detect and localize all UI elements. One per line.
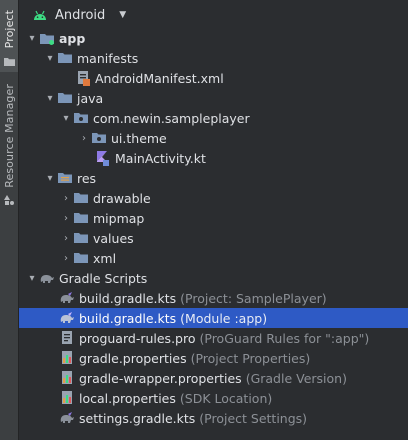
tree-hint: (SDK Location) xyxy=(179,390,273,406)
tree-item-proguard-rules[interactable]: proguard-rules.pro (ProGuard Rules for "… xyxy=(19,328,408,348)
tree-label-ui-theme: ui.theme xyxy=(111,130,167,146)
chevron-down-icon[interactable]: ▾ xyxy=(43,173,57,184)
tree-item-drawable[interactable]: › drawable xyxy=(19,188,408,208)
tree-label-xml: xml xyxy=(93,250,117,266)
chevron-down-icon[interactable]: ▾ xyxy=(25,33,39,44)
tree-label-file: gradle-wrapper.properties xyxy=(79,370,242,386)
tree-hint: (Module :app) xyxy=(180,310,268,326)
folder-icon xyxy=(73,210,89,226)
resource-manager-tab-label: Resource Manager xyxy=(2,84,16,188)
properties-file-icon xyxy=(59,390,75,406)
tree-item-gradle-properties[interactable]: gradle.properties (Project Properties) xyxy=(19,348,408,368)
chevron-down-icon[interactable]: ▼ xyxy=(119,10,126,20)
tree-item-package[interactable]: ▾ com.newin.sampleplayer xyxy=(19,108,408,128)
tree-hint: (ProGuard Rules for ":app") xyxy=(199,330,370,346)
properties-file-icon xyxy=(59,350,75,366)
project-panel: Android ▼ ▾ app ▾ manifests AndroidManif… xyxy=(19,0,408,440)
res-folder-icon xyxy=(57,170,73,186)
project-view-title: Android xyxy=(55,7,106,23)
folder-icon xyxy=(3,54,15,69)
folder-icon xyxy=(57,50,73,66)
folder-icon xyxy=(57,90,73,106)
tree-item-xml[interactable]: › xml xyxy=(19,248,408,268)
tree-label-main-activity: MainActivity.kt xyxy=(115,150,206,166)
proguard-file-icon xyxy=(59,330,75,346)
tree-item-java[interactable]: ▾ java xyxy=(19,88,408,108)
project-view-selector[interactable]: Android ▼ xyxy=(19,0,408,30)
folder-icon xyxy=(73,250,89,266)
tree-item-build-gradle-module[interactable]: build.gradle.kts (Module :app) xyxy=(19,308,408,328)
tree-item-mipmap[interactable]: › mipmap xyxy=(19,208,408,228)
tree-label-res: res xyxy=(77,170,97,186)
tree-item-app[interactable]: ▾ app xyxy=(19,28,408,48)
chevron-right-icon[interactable]: › xyxy=(59,233,73,244)
gradle-file-icon xyxy=(59,310,75,326)
module-folder-icon xyxy=(39,30,55,46)
tree-label-values: values xyxy=(93,230,134,246)
android-icon xyxy=(33,8,47,23)
tree-label-file: build.gradle.kts xyxy=(79,310,177,326)
properties-file-icon xyxy=(59,370,75,386)
tree-hint: (Project Properties) xyxy=(190,350,311,366)
project-tree: ▾ app ▾ manifests AndroidManifest.xml ▾ xyxy=(19,28,408,428)
tree-hint: (Project Settings) xyxy=(199,410,308,426)
chevron-down-icon[interactable]: ▾ xyxy=(25,273,39,284)
chevron-right-icon[interactable]: › xyxy=(59,253,73,264)
tree-label-mipmap: mipmap xyxy=(93,210,145,226)
tree-item-gradle-scripts[interactable]: ▾ Gradle Scripts xyxy=(19,268,408,288)
tree-item-android-manifest[interactable]: AndroidManifest.xml xyxy=(19,68,408,88)
gradle-elephant-icon xyxy=(39,270,55,286)
tree-label-drawable: drawable xyxy=(93,190,151,206)
chevron-down-icon[interactable]: ▾ xyxy=(43,93,57,104)
resource-manager-tool-tab[interactable]: Resource Manager xyxy=(0,80,18,205)
gradle-file-icon xyxy=(59,290,75,306)
tree-label-package: com.newin.sampleplayer xyxy=(93,110,250,126)
chevron-right-icon[interactable]: › xyxy=(59,213,73,224)
project-tab-label: Project xyxy=(2,10,16,49)
project-tool-tab[interactable]: Project xyxy=(0,0,18,72)
tree-label-android-manifest: AndroidManifest.xml xyxy=(95,70,224,86)
tree-item-res[interactable]: ▾ res xyxy=(19,168,408,188)
shapes-icon xyxy=(4,193,14,208)
tree-label-java: java xyxy=(77,90,104,106)
package-icon xyxy=(73,110,89,126)
tree-label-file: gradle.properties xyxy=(79,350,187,366)
tree-label-file: local.properties xyxy=(79,390,176,406)
tree-item-local-properties[interactable]: local.properties (SDK Location) xyxy=(19,388,408,408)
chevron-right-icon[interactable]: › xyxy=(77,133,91,144)
tree-label-manifests: manifests xyxy=(77,50,139,66)
tree-label-app: app xyxy=(59,30,86,46)
tree-label-gradle-scripts: Gradle Scripts xyxy=(59,270,148,286)
tree-item-ui-theme[interactable]: › ui.theme xyxy=(19,128,408,148)
tree-item-main-activity[interactable]: MainActivity.kt xyxy=(19,148,408,168)
tree-label-file: settings.gradle.kts xyxy=(79,410,196,426)
folder-icon xyxy=(73,190,89,206)
tree-item-manifests[interactable]: ▾ manifests xyxy=(19,48,408,68)
manifest-file-icon xyxy=(75,70,91,86)
tool-window-strip: Project Resource Manager xyxy=(0,0,19,440)
tree-hint: (Project: SamplePlayer) xyxy=(180,290,327,306)
package-icon xyxy=(91,130,107,146)
tree-item-build-gradle-project[interactable]: build.gradle.kts (Project: SamplePlayer) xyxy=(19,288,408,308)
folder-icon xyxy=(73,230,89,246)
chevron-down-icon[interactable]: ▾ xyxy=(59,113,73,124)
kotlin-file-icon xyxy=(95,150,111,166)
tree-label-file: proguard-rules.pro xyxy=(79,330,196,346)
tree-hint: (Gradle Version) xyxy=(245,370,347,386)
chevron-right-icon[interactable]: › xyxy=(59,193,73,204)
tree-item-gradle-wrapper-properties[interactable]: gradle-wrapper.properties (Gradle Versio… xyxy=(19,368,408,388)
gradle-file-icon xyxy=(59,410,75,426)
tree-item-settings-gradle[interactable]: settings.gradle.kts (Project Settings) xyxy=(19,408,408,428)
chevron-down-icon[interactable]: ▾ xyxy=(43,53,57,64)
tree-item-values[interactable]: › values xyxy=(19,228,408,248)
tree-label-file: build.gradle.kts xyxy=(79,290,177,306)
